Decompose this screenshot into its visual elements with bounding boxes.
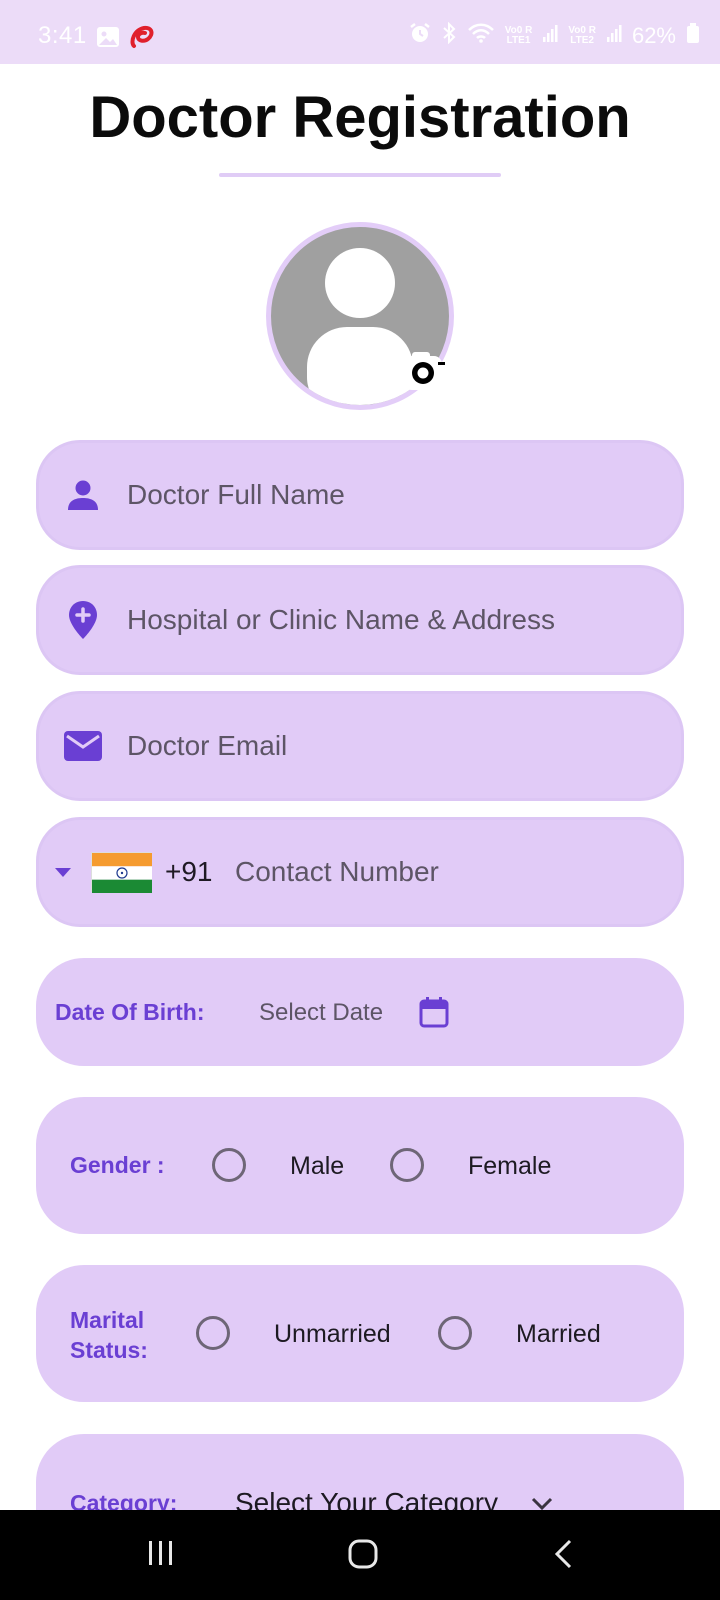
- hospital-address-placeholder: Hospital or Clinic Name & Address: [127, 604, 555, 635]
- marital-unmarried-radio[interactable]: [196, 1316, 230, 1350]
- gender-female-label[interactable]: Female: [468, 1152, 551, 1181]
- gender-male-label[interactable]: Male: [290, 1152, 344, 1181]
- signal-icon: [606, 23, 622, 49]
- marital-status-label-line2: Status:: [70, 1337, 148, 1363]
- alarm-icon: [409, 22, 431, 50]
- email-placeholder: Doctor Email: [127, 730, 288, 761]
- email-icon: [63, 726, 103, 766]
- gender-label: Gender :: [70, 1152, 165, 1178]
- dob-select[interactable]: Select Date: [259, 999, 383, 1027]
- dob-label: Date Of Birth:: [55, 999, 205, 1025]
- full-name-field[interactable]: Doctor Full Name: [36, 440, 684, 550]
- marital-status-panel: Marital Status: Unmarried Married: [36, 1265, 684, 1402]
- bluetooth-icon: [441, 21, 457, 50]
- recent-apps-icon[interactable]: [146, 1538, 176, 1573]
- gender-male-radio[interactable]: [212, 1148, 246, 1182]
- add-location-icon: [63, 600, 103, 640]
- marital-unmarried-label[interactable]: Unmarried: [274, 1320, 391, 1349]
- marital-status-label-line1: Marital: [70, 1307, 145, 1333]
- camera-icon[interactable]: [402, 350, 448, 394]
- india-flag-icon[interactable]: [91, 852, 152, 893]
- wifi-icon: [467, 22, 495, 50]
- marital-married-radio[interactable]: [438, 1316, 472, 1350]
- gender-female-radio[interactable]: [390, 1148, 424, 1182]
- gallery-icon: [96, 26, 120, 53]
- battery-icon: [686, 22, 700, 50]
- airtel-icon: [128, 24, 158, 55]
- status-time: 3:41: [38, 22, 87, 49]
- screen: 3:41 Vo0 R LTE1 Vo0 R LTE2 62% Doctor Re…: [0, 0, 720, 1600]
- full-name-placeholder: Doctor Full Name: [127, 479, 345, 510]
- country-dropdown-icon[interactable]: [53, 864, 73, 880]
- back-icon[interactable]: [552, 1538, 576, 1575]
- status-bar: 3:41 Vo0 R LTE1 Vo0 R LTE2 62%: [0, 0, 720, 64]
- calendar-icon[interactable]: [419, 996, 449, 1028]
- title-underline: [219, 173, 501, 177]
- person-icon: [63, 475, 103, 515]
- sim1-signal-icon: Vo0 R LTE1: [504, 25, 533, 46]
- home-icon[interactable]: [347, 1538, 379, 1575]
- hospital-address-field[interactable]: Hospital or Clinic Name & Address: [36, 565, 684, 675]
- signal-icon: [542, 23, 558, 49]
- page-title: Doctor Registration: [89, 85, 631, 150]
- battery-text: 62%: [631, 23, 676, 48]
- email-field[interactable]: Doctor Email: [36, 691, 684, 801]
- dob-panel: Date Of Birth: Select Date: [36, 958, 684, 1066]
- marital-married-label[interactable]: Married: [516, 1320, 601, 1349]
- sim2-signal-icon: Vo0 R LTE2: [568, 25, 596, 46]
- contact-number-placeholder: Contact Number: [235, 856, 439, 887]
- gender-panel: Gender : Male Female: [36, 1097, 684, 1234]
- country-code: +91: [165, 856, 213, 887]
- phone-field[interactable]: +91 Contact Number: [36, 817, 684, 927]
- system-nav-bar: [0, 1510, 720, 1600]
